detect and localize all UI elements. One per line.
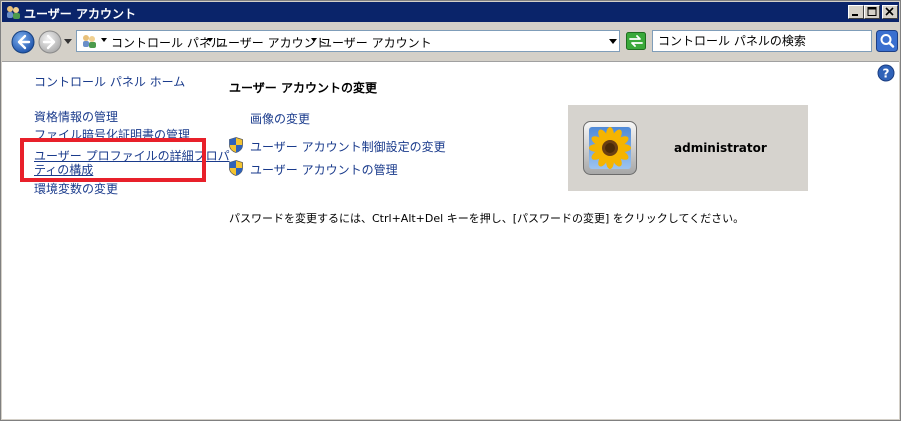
- back-arrow-icon[interactable]: [11, 30, 35, 54]
- sidebar-item-file-encryption-certificates[interactable]: ファイル暗号化証明書の管理: [34, 126, 190, 143]
- manage-user-accounts-link[interactable]: ユーザー アカウントの管理: [250, 161, 398, 178]
- address-bar[interactable]: コントロール パネル ユーザー アカウント ユーザー アカウント: [76, 30, 620, 52]
- svg-text:?: ?: [883, 67, 890, 81]
- sidebar-item-manage-credentials[interactable]: 資格情報の管理: [34, 108, 118, 125]
- password-instruction-text: パスワードを変更するには、Ctrl+Alt+Del キーを押し、[パスワードの変…: [229, 212, 745, 225]
- navigation-bar: コントロール パネル ユーザー アカウント ユーザー アカウント: [2, 23, 899, 62]
- maximize-icon: [867, 7, 877, 16]
- breadcrumb-separator-icon: [207, 38, 213, 42]
- control-panel-users-icon: [83, 35, 96, 48]
- search-input[interactable]: [652, 30, 872, 52]
- sidebar-item-control-panel-home[interactable]: コントロール パネル ホーム: [34, 73, 185, 90]
- account-name: administrator: [674, 141, 767, 155]
- address-dropdown-icon[interactable]: [609, 39, 617, 45]
- breadcrumb-user-accounts-current[interactable]: ユーザー アカウント: [320, 34, 432, 51]
- window: ユーザー アカウント コントロール パネル ユーザー アカウント ユーザー アカ…: [0, 0, 901, 421]
- minimize-icon: [852, 14, 858, 16]
- breadcrumb-user-accounts[interactable]: ユーザー アカウント: [216, 34, 328, 51]
- content-area: ? コントロール パネル ホーム 資格情報の管理 ファイル暗号化証明書の管理 ユ…: [2, 62, 899, 419]
- account-card: administrator: [568, 105, 808, 191]
- window-title: ユーザー アカウント: [24, 7, 136, 21]
- title-bar[interactable]: ユーザー アカウント: [2, 2, 899, 22]
- close-icon: [885, 7, 894, 16]
- minimize-button[interactable]: [848, 5, 864, 19]
- refresh-icon[interactable]: [626, 32, 646, 50]
- sidebar-item-advanced-profile-properties-line2[interactable]: ティの構成: [34, 161, 93, 178]
- breadcrumb-separator-icon: [311, 38, 317, 42]
- uac-shield-icon: [229, 137, 243, 153]
- breadcrumb-control-panel[interactable]: コントロール パネル: [111, 34, 223, 51]
- user-picture-sunflower[interactable]: [583, 121, 637, 175]
- forward-arrow-icon[interactable]: [38, 30, 62, 54]
- users-icon: [7, 6, 20, 19]
- help-icon[interactable]: ?: [877, 64, 895, 82]
- change-picture-link[interactable]: 画像の変更: [250, 110, 310, 127]
- uac-settings-link[interactable]: ユーザー アカウント制御設定の変更: [250, 138, 446, 155]
- close-button[interactable]: [882, 5, 898, 19]
- maximize-button[interactable]: [864, 5, 880, 19]
- uac-shield-icon: [229, 160, 243, 176]
- sidebar-item-environment-variables[interactable]: 環境変数の変更: [34, 180, 118, 197]
- breadcrumb-separator-icon: [101, 38, 107, 42]
- search-icon[interactable]: [876, 30, 898, 52]
- page-title: ユーザー アカウントの変更: [229, 81, 377, 95]
- history-chevron-down-icon[interactable]: [64, 39, 72, 45]
